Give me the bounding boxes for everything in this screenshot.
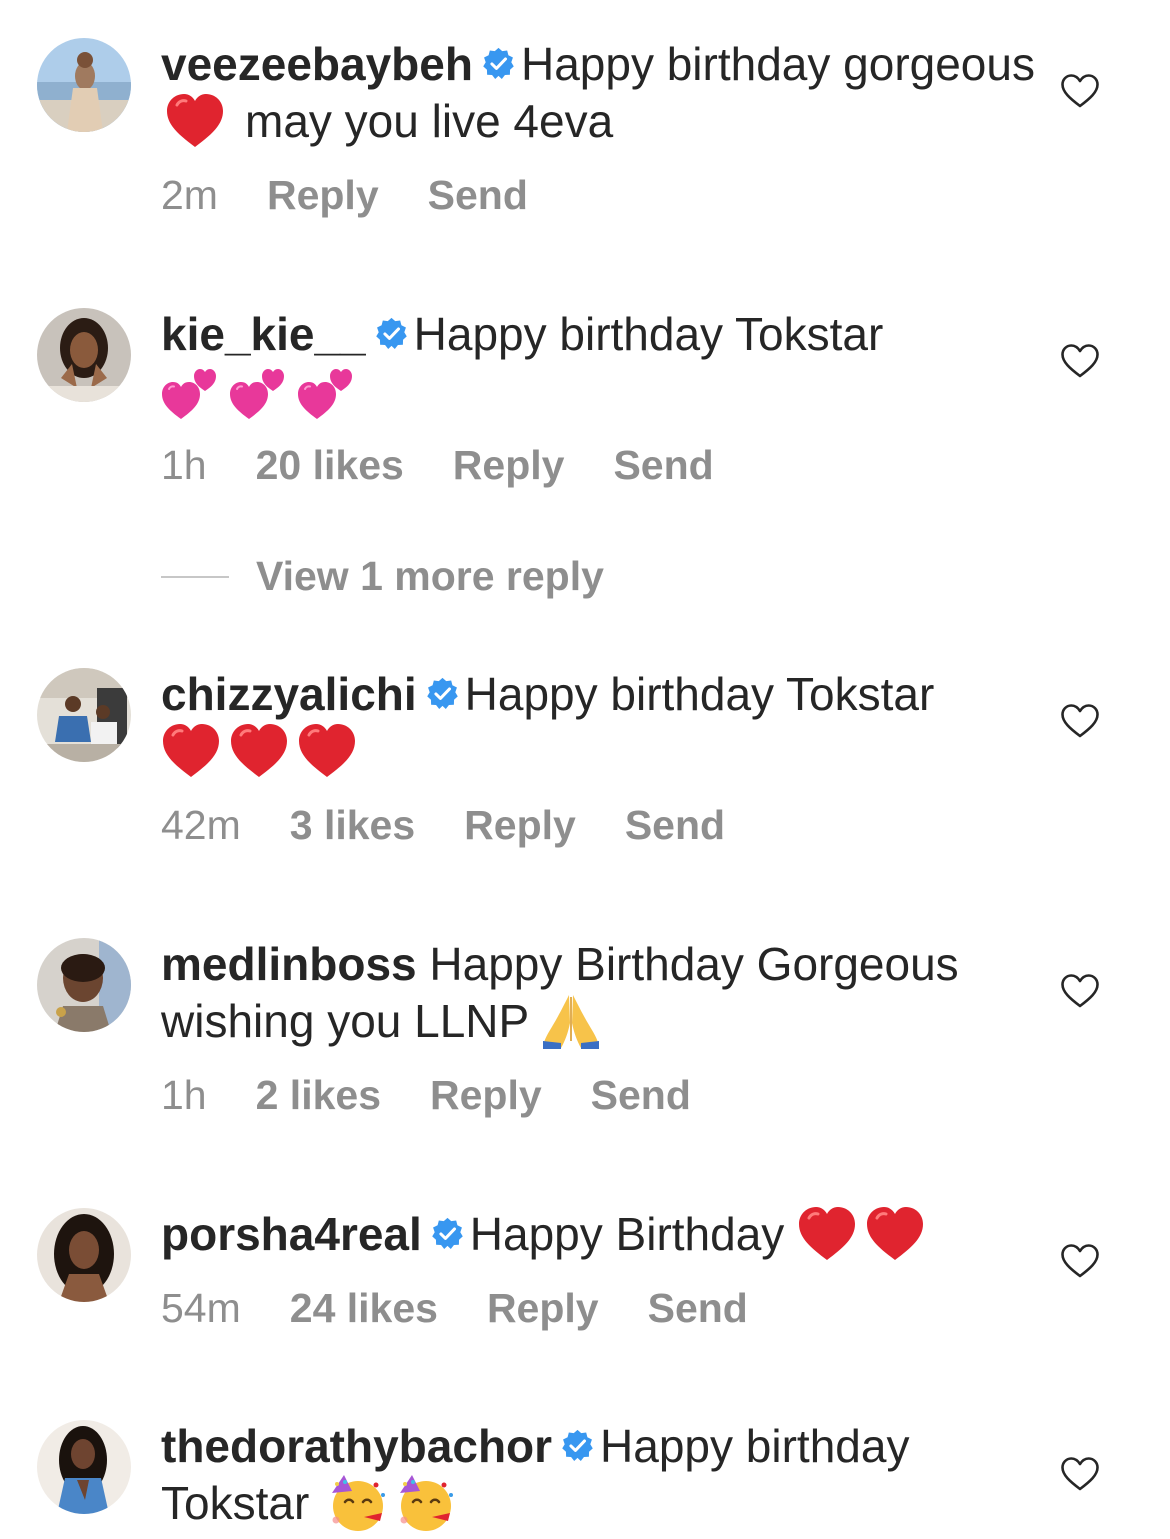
like-heart-icon[interactable] (1060, 73, 1100, 109)
comment-username[interactable]: kie_kie__ (161, 308, 366, 360)
avatar[interactable] (37, 1208, 131, 1302)
comment-text: Happy Birthday (469, 1208, 785, 1260)
send-button[interactable]: Send (613, 442, 713, 488)
comment-time: 1h (161, 442, 207, 488)
comment-username[interactable]: thedorathybachor (161, 1420, 552, 1472)
avatar[interactable] (37, 308, 131, 402)
comment-username[interactable]: chizzyalichi (161, 668, 417, 720)
reply-button[interactable]: Reply (267, 172, 379, 218)
comment-username[interactable]: medlinboss (161, 938, 417, 990)
red-heart-emoji (797, 1206, 857, 1262)
verified-badge-icon (431, 1217, 464, 1250)
likes-count[interactable]: 20 likes (256, 442, 404, 488)
send-button[interactable]: Send (428, 172, 528, 218)
two-hearts-emoji (161, 361, 221, 421)
avatar[interactable] (37, 38, 131, 132)
red-heart-emoji (229, 723, 289, 779)
likes-count[interactable]: 2 likes (256, 1072, 381, 1118)
reply-button[interactable]: Reply (487, 1285, 599, 1331)
red-heart-emoji (865, 1206, 925, 1262)
comment-username[interactable]: veezeebaybeh (161, 38, 473, 90)
avatar[interactable] (37, 668, 131, 762)
red-heart-emoji (297, 723, 357, 779)
avatar[interactable] (37, 1420, 131, 1514)
verified-badge-icon (482, 47, 515, 80)
red-heart-emoji (165, 93, 225, 149)
likes-count[interactable]: 3 likes (290, 802, 415, 848)
comment-text: Happy birthday gorgeous (520, 38, 1035, 90)
reply-button[interactable]: Reply (453, 442, 565, 488)
like-heart-icon[interactable] (1060, 1243, 1100, 1279)
view-replies-label[interactable]: View 1 more reply (256, 553, 604, 599)
comment-text: Happy birthday Tokstar (464, 668, 935, 720)
comment-text: Tokstar (161, 1477, 310, 1529)
verified-badge-icon (426, 677, 459, 710)
comment-text: Happy birthday Tokstar (413, 308, 884, 360)
avatar[interactable] (37, 938, 131, 1032)
comment-time: 2m (161, 172, 218, 218)
comment-time: 42m (161, 802, 241, 848)
send-button[interactable]: Send (648, 1285, 748, 1331)
verified-badge-icon (375, 317, 408, 350)
partying-face-emoji (396, 1473, 456, 1533)
like-heart-icon[interactable] (1060, 703, 1100, 739)
two-hearts-emoji (297, 361, 357, 421)
send-button[interactable]: Send (625, 802, 725, 848)
comment-username[interactable]: porsha4real (161, 1208, 422, 1260)
comment-time: 1h (161, 1072, 207, 1118)
two-hearts-emoji (229, 361, 289, 421)
likes-count[interactable]: 24 likes (290, 1285, 438, 1331)
view-more-replies[interactable]: View 1 more reply (161, 553, 604, 603)
comment-text: Happy birthday (600, 1420, 910, 1472)
reply-button[interactable]: Reply (464, 802, 576, 848)
send-button[interactable]: Send (591, 1072, 691, 1118)
partying-face-emoji (328, 1473, 388, 1533)
like-heart-icon[interactable] (1060, 343, 1100, 379)
verified-badge-icon (561, 1429, 594, 1462)
reply-button[interactable]: Reply (430, 1072, 542, 1118)
like-heart-icon[interactable] (1060, 973, 1100, 1009)
red-heart-emoji (161, 723, 221, 779)
like-heart-icon[interactable] (1060, 1456, 1100, 1492)
comment-time: 54m (161, 1285, 241, 1331)
folded-hands-emoji (541, 991, 601, 1051)
comment-text: may you live 4eva (245, 95, 614, 147)
replies-divider-line (161, 575, 229, 578)
